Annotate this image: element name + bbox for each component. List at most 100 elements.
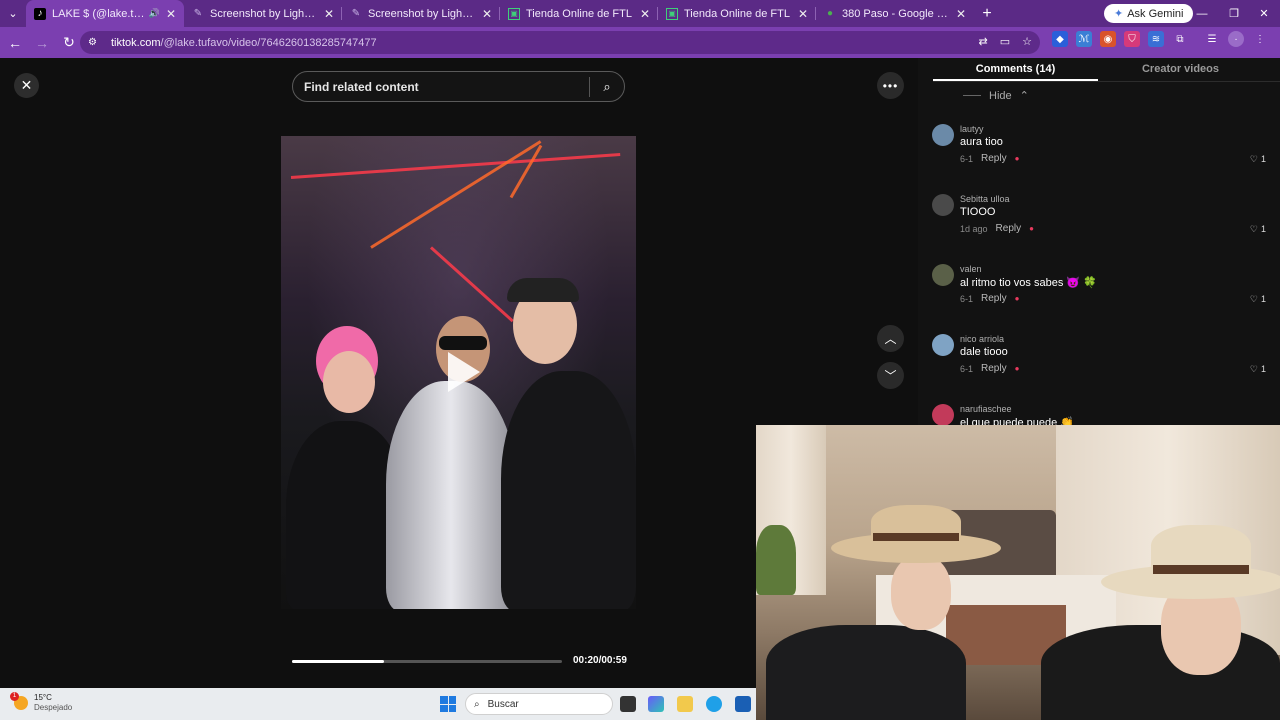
weather-widget[interactable]: 1 15°C Despejado — [10, 692, 72, 713]
comment-username[interactable]: narufiaschee — [960, 404, 1012, 414]
avatar[interactable] — [932, 124, 954, 146]
creator-liked-icon: ● — [1014, 154, 1020, 163]
like-button[interactable]: ♡ 1 — [1250, 154, 1266, 165]
url-domain: tiktok.com — [111, 36, 161, 49]
next-video-button[interactable]: ﹀ — [877, 362, 904, 389]
close-tab-icon[interactable]: ✕ — [798, 7, 808, 21]
close-tab-icon[interactable]: ✕ — [482, 7, 492, 21]
site-info-icon[interactable]: ⚙ — [88, 37, 102, 48]
play-icon[interactable] — [448, 352, 480, 392]
like-button[interactable]: ♡ 1 — [1250, 364, 1266, 375]
bookmark-star-icon[interactable]: ☆ — [1022, 35, 1032, 48]
avatar[interactable] — [932, 404, 954, 426]
hide-label: Hide — [989, 89, 1012, 102]
extensions-area: ◆ ℳ ◉ ⛉ ≋ ⧉ ☰ · ⋮ — [1052, 31, 1268, 47]
reply-button[interactable]: Reply — [981, 363, 1007, 374]
creator-liked-icon: ● — [1014, 294, 1020, 303]
comment-meta: 6-1 Reply ● — [960, 363, 1019, 374]
copilot-icon[interactable] — [648, 696, 664, 712]
avatar[interactable] — [932, 264, 954, 286]
face — [891, 555, 951, 630]
speaker-icon[interactable]: 🔊 — [149, 8, 160, 19]
comment-username[interactable]: nico arriola — [960, 334, 1004, 344]
tab-lightshot-2[interactable]: ✎ Screenshot by Lightshot ✕ — [342, 0, 500, 27]
comment-item: lautyy aura tioo 6-1 Reply ● ♡ 1 — [932, 118, 1266, 178]
store-icon[interactable] — [735, 696, 751, 712]
close-tab-icon[interactable]: ✕ — [324, 7, 334, 21]
close-window-icon[interactable]: ✕ — [1248, 0, 1280, 27]
tab-maps[interactable]: ● 380 Paso - Google Maps ✕ — [816, 0, 974, 27]
hat-band — [873, 533, 959, 541]
laser-light — [370, 140, 542, 249]
store-icon: ▣ — [508, 7, 520, 20]
related-search-input[interactable] — [293, 72, 589, 101]
close-tab-icon[interactable]: ✕ — [640, 7, 650, 21]
extension-translate-icon[interactable]: ℳ — [1076, 31, 1092, 47]
omnibox-actions: ⇄ ▭ ☆ — [979, 35, 1033, 48]
previous-video-button[interactable]: ︿ — [877, 325, 904, 352]
windows-start-icon[interactable] — [440, 696, 456, 712]
tab-title: 380 Paso - Google Maps — [842, 7, 950, 20]
minimize-icon[interactable]: — — [1186, 0, 1218, 27]
tab-title: Tienda Online de FTL — [526, 7, 632, 20]
extension-wave-icon[interactable]: ≋ — [1148, 31, 1164, 47]
store-icon: ▣ — [666, 7, 678, 20]
profile-avatar[interactable]: · — [1228, 31, 1244, 47]
tab-ftl-1[interactable]: ▣ Tienda Online de FTL ✕ — [500, 0, 658, 27]
comment-text: TIOOO — [960, 206, 996, 218]
task-view-icon[interactable] — [620, 696, 636, 712]
edge-icon[interactable] — [706, 696, 722, 712]
reply-button[interactable]: Reply — [996, 223, 1022, 234]
reading-list-icon[interactable]: ☰ — [1204, 31, 1220, 47]
comment-meta: 1d ago Reply ● — [960, 223, 1034, 234]
menu-kebab-icon[interactable]: ⋮ — [1252, 31, 1268, 47]
comment-username[interactable]: lautyy — [960, 124, 984, 134]
feather-icon: ✎ — [193, 8, 203, 19]
avatar[interactable] — [932, 194, 954, 216]
comment-username[interactable]: valen — [960, 264, 982, 274]
notification-badge: 1 — [10, 692, 19, 701]
close-tab-icon[interactable]: ✕ — [956, 7, 966, 21]
address-bar[interactable]: ⚙ tiktok.com/@lake.tufavo/video/76462601… — [80, 31, 1040, 54]
search-icon: ⌕ — [474, 698, 480, 710]
close-video-button[interactable]: ✕ — [14, 73, 39, 98]
search-icon[interactable]: ⌕ — [590, 72, 624, 101]
tab-tiktok[interactable]: ♪ LAKE $ (@lake.tufavo) 🔊 ✕ — [26, 0, 184, 27]
cast-icon[interactable]: ▭ — [1000, 35, 1010, 48]
reload-icon[interactable]: ↻ — [57, 31, 81, 55]
comment-username[interactable]: Sebitta ulloa — [960, 194, 1010, 204]
ask-gemini-button[interactable]: ✦ Ask Gemini — [1104, 4, 1194, 23]
tab-title: LAKE $ (@lake.tufavo) — [52, 7, 145, 20]
comment-meta: 6-1 Reply ● — [960, 293, 1019, 304]
hide-replies-button[interactable]: Hide ⌃ — [963, 89, 1029, 102]
reply-button[interactable]: Reply — [981, 293, 1007, 304]
like-button[interactable]: ♡ 1 — [1250, 294, 1266, 305]
person-figure — [501, 371, 636, 609]
taskbar-search-label: Buscar — [487, 698, 519, 710]
plant — [756, 525, 796, 595]
tab-ftl-2[interactable]: ▣ Tienda Online de FTL ✕ — [658, 0, 816, 27]
like-button[interactable]: ♡ 1 — [1250, 224, 1266, 235]
close-tab-icon[interactable]: ✕ — [166, 7, 176, 21]
tab-creator-videos[interactable]: Creator videos — [1098, 58, 1263, 81]
extension-bird-icon[interactable]: ◆ — [1052, 31, 1068, 47]
video-progress-bar[interactable] — [292, 660, 562, 663]
taskbar-search[interactable]: ⌕ Buscar — [465, 693, 613, 715]
avatar[interactable] — [932, 334, 954, 356]
translate-icon[interactable]: ⇄ — [979, 35, 988, 48]
extensions-puzzle-icon[interactable]: ⧉ — [1172, 31, 1188, 47]
extension-shield-icon[interactable]: ⛉ — [1124, 31, 1140, 47]
weather-sun-icon: 1 — [10, 692, 28, 710]
tab-search-chevron-icon[interactable]: ⌄ — [0, 0, 26, 27]
more-options-button[interactable]: ••• — [877, 72, 904, 99]
forward-arrow-icon[interactable]: → — [30, 31, 54, 55]
tab-lightshot-1[interactable]: ✎ Screenshot by Lightshot ✕ — [184, 0, 342, 27]
file-explorer-icon[interactable] — [677, 696, 693, 712]
new-tab-button[interactable]: + — [974, 5, 1000, 23]
extension-fox-icon[interactable]: ◉ — [1100, 31, 1116, 47]
reply-button[interactable]: Reply — [981, 153, 1007, 164]
tab-comments[interactable]: Comments (14) — [933, 58, 1098, 81]
back-arrow-icon[interactable]: ← — [3, 31, 27, 55]
restore-icon[interactable]: ❐ — [1218, 0, 1250, 27]
close-icon: ✕ — [20, 77, 33, 93]
